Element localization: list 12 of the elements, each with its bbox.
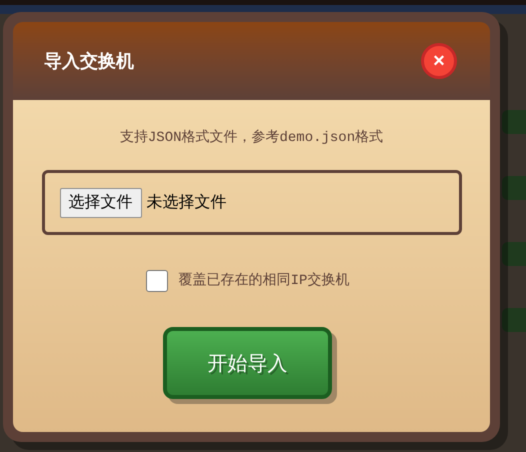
choose-file-button[interactable]: 选择文件 bbox=[60, 188, 142, 218]
background-tag bbox=[502, 242, 526, 266]
background-tag bbox=[502, 308, 526, 332]
dialog-title: 导入交换机 bbox=[44, 50, 134, 74]
background-tag bbox=[502, 176, 526, 200]
file-field[interactable]: 选择文件 未选择文件 bbox=[42, 170, 462, 235]
overwrite-checkbox[interactable] bbox=[146, 270, 168, 292]
file-status: 未选择文件 bbox=[146, 192, 226, 212]
close-button[interactable]: × bbox=[421, 43, 457, 79]
hint-text: 支持JSON格式文件，参考demo.json格式 bbox=[120, 128, 384, 148]
overwrite-label: 覆盖已存在的相同IP交换机 bbox=[178, 271, 350, 290]
background-tag bbox=[502, 110, 526, 134]
